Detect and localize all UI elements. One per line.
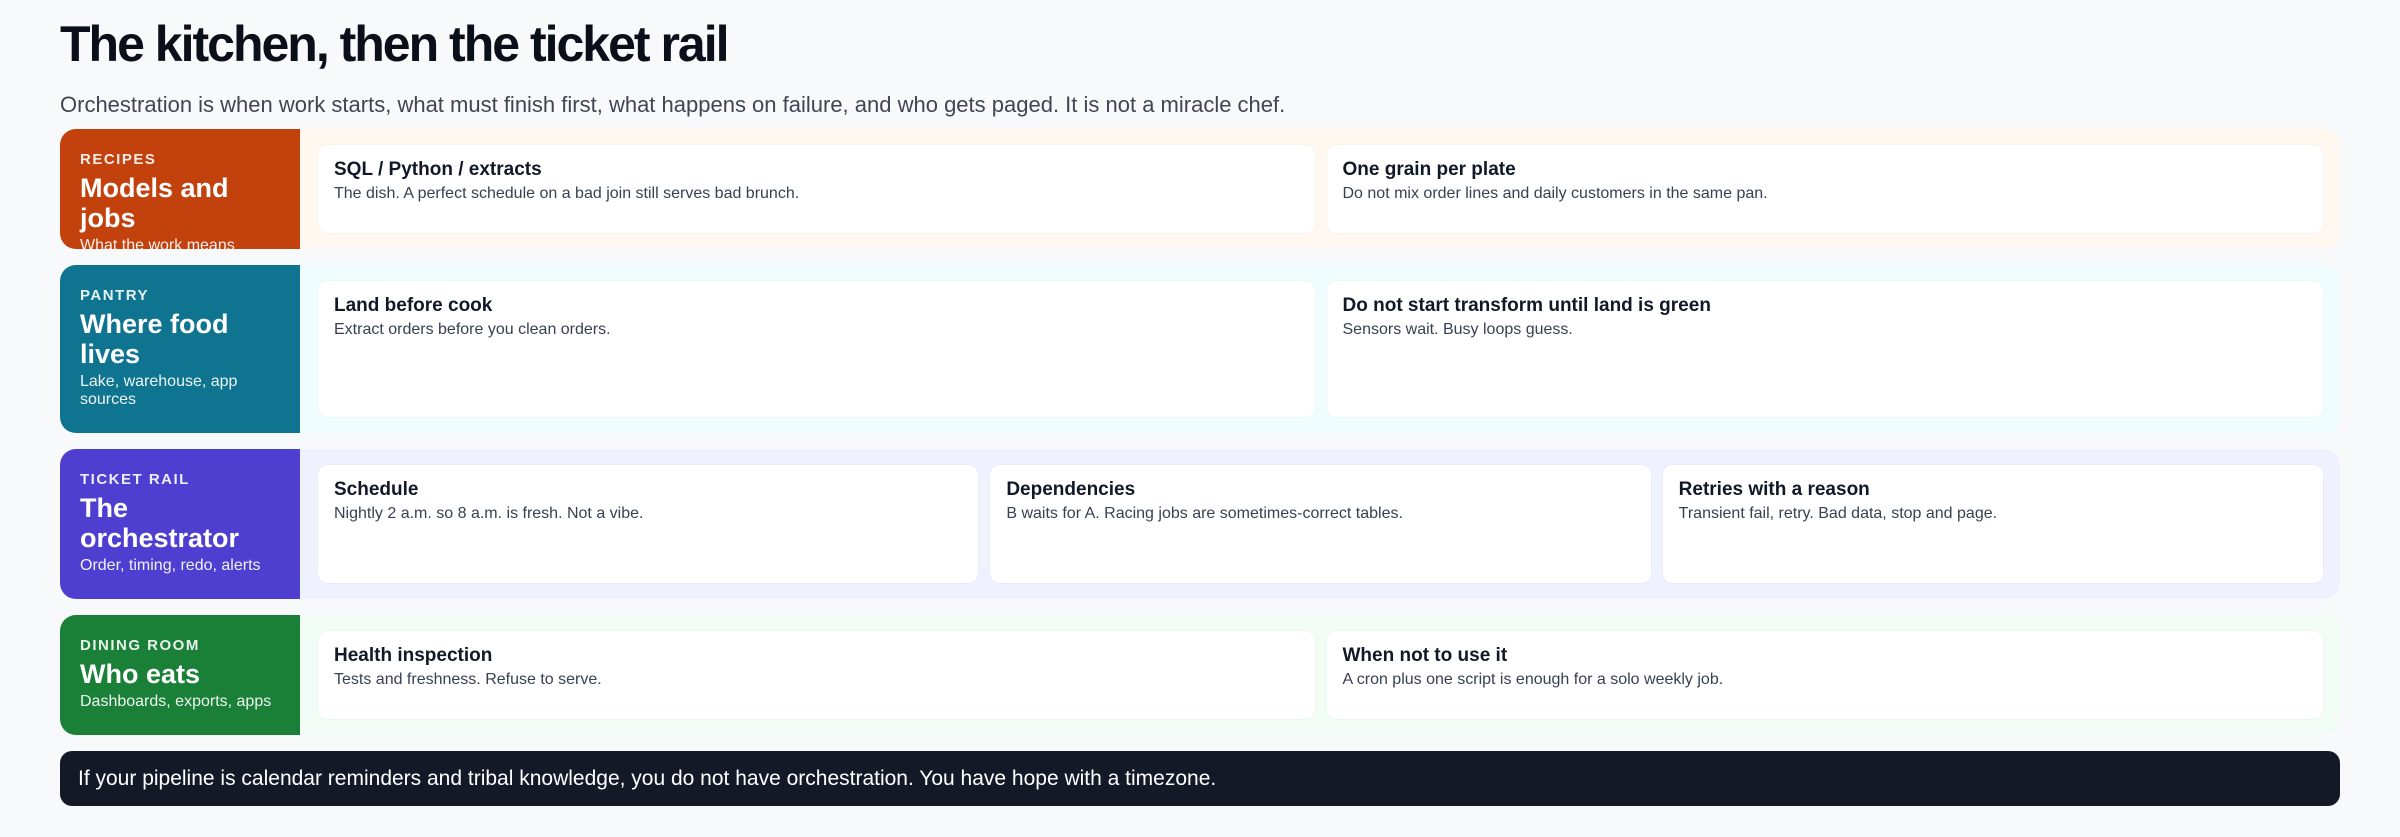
card-title: Do not start transform until land is gre…: [1342, 295, 1711, 316]
card-body: Nightly 2 a.m. so 8 a.m. is fresh. Not a…: [334, 505, 644, 522]
card-title: SQL / Python / extracts: [334, 159, 542, 180]
footer-banner: If your pipeline is calendar reminders a…: [60, 751, 2340, 806]
card-one-grain-per-plate: One grain per plate Do not mix order lin…: [1326, 145, 2323, 233]
card-retries-with-a-reason: Retries with a reason Transient fail, re…: [1662, 465, 2323, 583]
layer-name: Who eats: [80, 659, 201, 689]
layer-cards: Schedule Nightly 2 a.m. so 8 a.m. is fre…: [300, 449, 2340, 599]
card-when-not-to-use-it: When not to use it A cron plus one scrip…: [1326, 631, 2323, 719]
layer-kicker: DINING ROOM: [80, 637, 200, 654]
layer-cards: Land before cook Extract orders before y…: [300, 265, 2340, 433]
layer-description: Dashboards, exports, apps: [80, 693, 272, 710]
card-title: Schedule: [334, 479, 419, 500]
layer-name: Models and jobs: [80, 173, 229, 233]
card-body: Do not mix order lines and daily custome…: [1342, 185, 1768, 202]
card-title: Land before cook: [334, 295, 493, 316]
card-body: Sensors wait. Busy loops guess.: [1342, 321, 1573, 338]
layer-name: The orchestrator: [80, 493, 240, 553]
layer-name: Where food lives: [80, 309, 229, 369]
card-title: One grain per plate: [1342, 159, 1516, 180]
card-do-not-start-transform: Do not start transform until land is gre…: [1326, 281, 2323, 417]
layer-label: PANTRY Where food lives Lake, warehouse,…: [60, 265, 300, 433]
card-schedule: Schedule Nightly 2 a.m. so 8 a.m. is fre…: [318, 465, 979, 583]
card-body: Transient fail, retry. Bad data, stop an…: [1678, 505, 1998, 522]
layer-label: DINING ROOM Who eats Dashboards, exports…: [60, 615, 300, 735]
layer-description: Lake, warehouse, app sources: [80, 373, 238, 408]
layer-pantry: PANTRY Where food lives Lake, warehouse,…: [60, 265, 2340, 433]
card-dependencies: Dependencies B waits for A. Racing jobs …: [990, 465, 1651, 583]
layer-dining-room: DINING ROOM Who eats Dashboards, exports…: [60, 615, 2340, 735]
card-body: The dish. A perfect schedule on a bad jo…: [334, 185, 800, 202]
card-title: When not to use it: [1342, 645, 1508, 666]
page-subtitle: Orchestration is when work starts, what …: [60, 92, 1286, 117]
layer-label: TICKET RAIL The orchestrator Order, timi…: [60, 449, 300, 599]
layer-kicker: TICKET RAIL: [80, 471, 190, 488]
card-title: Dependencies: [1006, 479, 1136, 500]
layer-label: RECIPES Models and jobs What the work me…: [60, 129, 300, 254]
card-body: B waits for A. Racing jobs are sometimes…: [1006, 505, 1403, 522]
card-land-before-cook: Land before cook Extract orders before y…: [318, 281, 1315, 417]
layer-description: What the work means: [80, 237, 235, 254]
card-health-inspection: Health inspection Tests and freshness. R…: [318, 631, 1315, 719]
card-body: A cron plus one script is enough for a s…: [1342, 671, 1724, 688]
layer-ticket-rail: TICKET RAIL The orchestrator Order, timi…: [60, 449, 2340, 599]
card-sql-python-extracts: SQL / Python / extracts The dish. A perf…: [318, 145, 1315, 233]
page-title: The kitchen, then the ticket rail: [60, 16, 730, 72]
layer-description: Order, timing, redo, alerts: [80, 557, 261, 574]
card-title: Health inspection: [334, 645, 493, 666]
layer-recipes: RECIPES Models and jobs What the work me…: [60, 129, 2340, 254]
page: The kitchen, then the ticket rail Orches…: [60, 0, 2340, 806]
layer-cards: Health inspection Tests and freshness. R…: [300, 615, 2340, 735]
card-body: Tests and freshness. Refuse to serve.: [334, 671, 602, 688]
layer-kicker: PANTRY: [80, 287, 149, 304]
card-title: Retries with a reason: [1678, 479, 1870, 500]
layer-kicker: RECIPES: [80, 151, 157, 168]
layer-cards: SQL / Python / extracts The dish. A perf…: [300, 129, 2340, 249]
card-body: Extract orders before you clean orders.: [334, 321, 611, 338]
